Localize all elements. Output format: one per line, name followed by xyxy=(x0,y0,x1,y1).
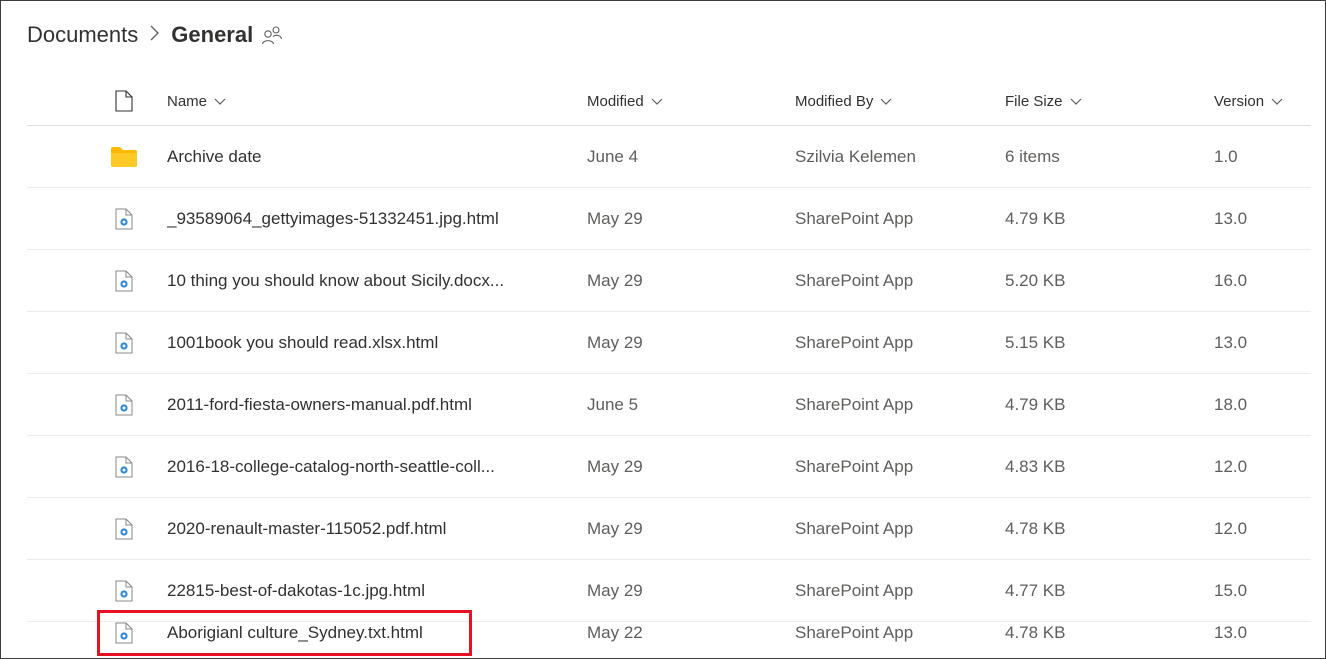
file-size: 4.78 KB xyxy=(1005,623,1066,642)
highlight-box xyxy=(97,610,472,656)
file-name[interactable]: 2020-renault-master-115052.pdf.html xyxy=(167,498,577,559)
version: 13.0 xyxy=(1214,208,1248,228)
html-file-icon xyxy=(111,436,137,497)
list-item-folder[interactable]: Archive date June 4 Szilvia Kelemen 6 it… xyxy=(27,126,1311,188)
modified-date: May 29 xyxy=(587,208,643,228)
file-name[interactable]: Archive date xyxy=(167,126,577,187)
file-size: 6 items xyxy=(1005,146,1060,166)
chevron-down-icon xyxy=(1271,93,1283,110)
file-size: 4.78 KB xyxy=(1005,518,1066,538)
breadcrumb-general[interactable]: General xyxy=(171,22,253,48)
chevron-down-icon xyxy=(651,93,663,110)
column-header-modified-label: Modified xyxy=(587,92,644,110)
modified-by[interactable]: SharePoint App xyxy=(795,436,913,497)
list-item-file[interactable]: 10 thing you should know about Sicily.do… xyxy=(27,250,1311,312)
modified-by[interactable]: SharePoint App xyxy=(795,498,913,559)
version: 1.0 xyxy=(1214,146,1238,166)
version: 12.0 xyxy=(1214,456,1248,476)
modified-by[interactable]: SharePoint App xyxy=(795,374,913,435)
modified-by[interactable]: SharePoint App xyxy=(795,188,913,249)
breadcrumb: Documents General xyxy=(27,19,283,51)
column-header-name-label: Name xyxy=(167,92,208,110)
html-file-icon xyxy=(111,312,137,373)
file-name[interactable]: 2016-18-college-catalog-north-seattle-co… xyxy=(167,436,577,497)
file-name[interactable]: _93589064_gettyimages-51332451.jpg.html xyxy=(167,188,577,249)
chevron-right-icon xyxy=(150,25,160,46)
version: 13.0 xyxy=(1214,332,1248,352)
list-item-file[interactable]: 1001book you should read.xlsx.html May 2… xyxy=(27,312,1311,374)
list-item-file[interactable]: _93589064_gettyimages-51332451.jpg.html … xyxy=(27,188,1311,250)
folder-icon xyxy=(111,126,137,187)
list-item-file[interactable]: 2011-ford-fiesta-owners-manual.pdf.html … xyxy=(27,374,1311,436)
html-file-icon xyxy=(111,250,137,311)
modified-date: June 4 xyxy=(587,146,639,166)
breadcrumb-documents[interactable]: Documents xyxy=(27,22,138,48)
version: 18.0 xyxy=(1214,394,1248,414)
file-name[interactable]: 1001book you should read.xlsx.html xyxy=(167,312,577,373)
modified-by[interactable]: Szilvia Kelemen xyxy=(795,126,916,187)
version: 12.0 xyxy=(1214,518,1248,538)
column-header-name[interactable]: Name xyxy=(167,77,577,125)
file-size: 4.79 KB xyxy=(1005,208,1066,228)
html-file-icon xyxy=(111,498,137,559)
column-header-file-size-label: File Size xyxy=(1005,92,1063,110)
column-header-modified[interactable]: Modified xyxy=(587,77,663,125)
column-header-version-label: Version xyxy=(1214,92,1265,110)
modified-date: May 29 xyxy=(587,332,643,352)
modified-by[interactable]: SharePoint App xyxy=(795,609,913,657)
file-size: 5.15 KB xyxy=(1005,332,1066,352)
modified-date: June 5 xyxy=(587,394,639,414)
document-icon[interactable] xyxy=(111,77,137,125)
chevron-down-icon xyxy=(214,93,226,110)
chevron-down-icon xyxy=(880,93,892,110)
chevron-down-icon xyxy=(1070,93,1082,110)
column-header-modified-by[interactable]: Modified By xyxy=(795,77,892,125)
modified-date: May 29 xyxy=(587,518,643,538)
html-file-icon xyxy=(111,374,137,435)
html-file-icon xyxy=(111,188,137,249)
column-header-version[interactable]: Version xyxy=(1214,77,1283,125)
version: 16.0 xyxy=(1214,270,1248,290)
modified-date: May 29 xyxy=(587,270,643,290)
list-item-file[interactable]: 2020-renault-master-115052.pdf.html May … xyxy=(27,498,1311,560)
document-library: Documents General Name Modified Modified… xyxy=(0,0,1326,659)
list-item-file[interactable]: 2016-18-college-catalog-north-seattle-co… xyxy=(27,436,1311,498)
file-name[interactable]: 2011-ford-fiesta-owners-manual.pdf.html xyxy=(167,374,577,435)
version: 13.0 xyxy=(1214,623,1248,642)
file-size: 4.83 KB xyxy=(1005,456,1066,476)
file-size: 4.79 KB xyxy=(1005,394,1066,414)
column-header-file-size[interactable]: File Size xyxy=(1005,77,1082,125)
file-size: 5.20 KB xyxy=(1005,270,1066,290)
modified-by[interactable]: SharePoint App xyxy=(795,312,913,373)
column-header-modified-by-label: Modified By xyxy=(795,92,874,110)
modified-date: May 22 xyxy=(587,623,643,642)
file-name[interactable]: 10 thing you should know about Sicily.do… xyxy=(167,250,577,311)
people-icon[interactable] xyxy=(261,25,283,51)
modified-by[interactable]: SharePoint App xyxy=(795,250,913,311)
modified-date: May 29 xyxy=(587,456,643,476)
column-header-row: Name Modified Modified By File Size Vers… xyxy=(27,77,1311,126)
